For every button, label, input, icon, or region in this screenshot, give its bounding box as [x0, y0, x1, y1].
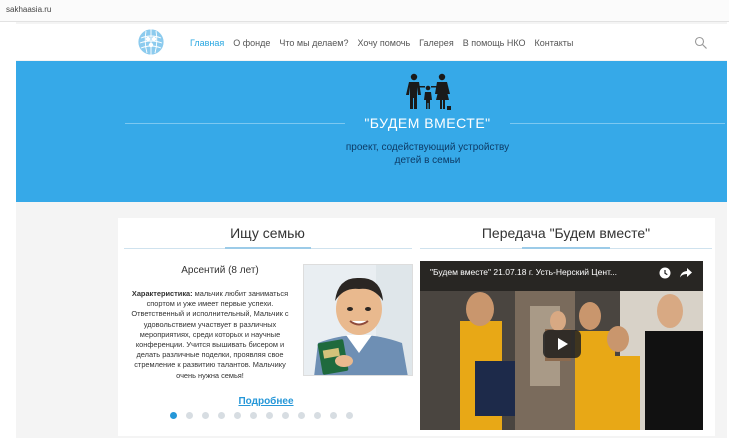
nav-item-3[interactable]: Что мы делаем? [279, 38, 348, 48]
nav-item-1[interactable]: Главная [190, 38, 224, 48]
carousel-dot[interactable] [202, 412, 209, 419]
carousel-dot[interactable] [218, 412, 225, 419]
hero-subtitle: проект, содействующий устройству [345, 142, 510, 153]
hero-title: "БУДЕМ ВМЕСТЕ" [364, 115, 491, 131]
browser-address-bar[interactable]: sakhaasia.ru [0, 0, 729, 22]
child-description-text: мальчик любит заниматься спортом и уже и… [131, 289, 289, 380]
carousel-dot[interactable] [314, 412, 321, 419]
family-section-heading: Ищу семью [230, 225, 305, 241]
more-details-link[interactable]: Подробнее [226, 396, 306, 407]
family-icon [406, 73, 451, 110]
nav-item-2[interactable]: О фонде [233, 38, 270, 48]
child-name: Арсентий (8 лет) [181, 265, 259, 276]
nav-item-5[interactable]: Галерея [419, 38, 454, 48]
carousel-dot[interactable] [298, 412, 305, 419]
child-description-label: Характеристика: [131, 289, 193, 298]
carousel-dot[interactable] [234, 412, 241, 419]
video-heading-divider [420, 247, 712, 249]
main-menu: Главная О фонде Что мы делаем? Хочу помочь Г… [190, 38, 573, 48]
carousel-dot[interactable] [330, 412, 337, 419]
share-icon[interactable] [680, 268, 692, 278]
nav-item-7[interactable]: Контакты [535, 38, 574, 48]
hero-subtitle-continued: детей в семьи [394, 155, 461, 166]
child-photo[interactable] [303, 264, 413, 376]
hero-banner [16, 61, 727, 202]
nav-item-6[interactable]: В помощь НКО [463, 38, 526, 48]
carousel-pagination [170, 412, 353, 419]
carousel-dot[interactable] [186, 412, 193, 419]
child-description: Характеристика: мальчик любит заниматься… [124, 289, 296, 381]
carousel-dot[interactable] [170, 412, 177, 419]
play-button-icon[interactable] [543, 330, 581, 358]
nav-item-4[interactable]: Хочу помочь [358, 38, 411, 48]
family-heading-divider [124, 247, 412, 249]
carousel-dot[interactable] [266, 412, 273, 419]
carousel-dot[interactable] [346, 412, 353, 419]
video-title[interactable]: "Будем вместе" 21.07.18 г. Усть-Нерский … [430, 267, 617, 277]
carousel-dot[interactable] [282, 412, 289, 419]
video-section-heading: Передача "Будем вместе" [481, 225, 651, 241]
carousel-dot[interactable] [250, 412, 257, 419]
url-text[interactable]: sakhaasia.ru [6, 5, 51, 14]
search-icon[interactable] [694, 36, 708, 50]
foundation-logo-icon[interactable] [137, 28, 165, 56]
watch-later-icon[interactable] [659, 267, 671, 279]
